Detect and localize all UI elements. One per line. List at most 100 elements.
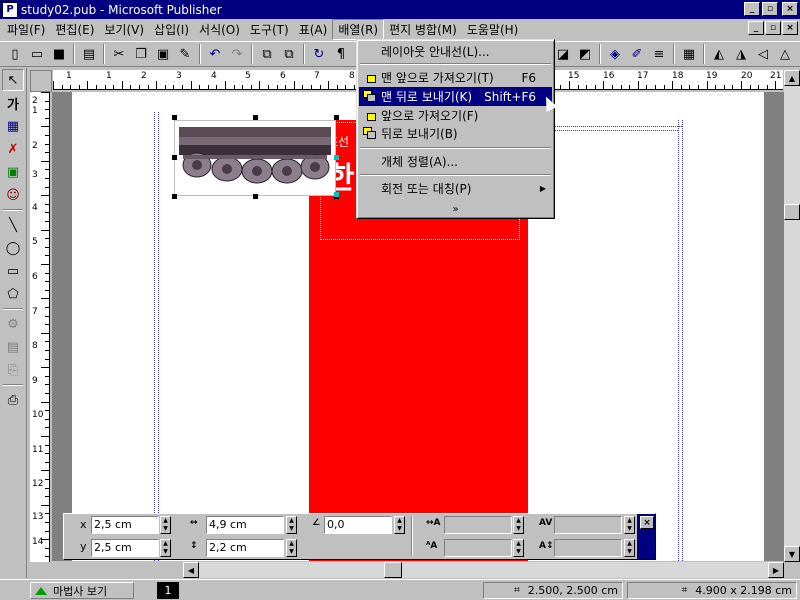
line-icon[interactable]: ╲	[2, 214, 24, 236]
scroll-down-icon[interactable]: ▼	[784, 546, 800, 562]
rectangle-icon[interactable]: ▭	[2, 260, 24, 282]
horizontal-scrollbar[interactable]: ◀ ▶	[183, 562, 784, 578]
rotate-right-icon[interactable]: ◮	[730, 43, 752, 65]
y-spinner[interactable]: ▲ ▼	[160, 539, 171, 557]
measurement-title-strip[interactable]: ×	[637, 514, 655, 559]
wordart-frame-icon[interactable]: ✗	[2, 138, 24, 160]
cut-icon[interactable]: ✂	[108, 43, 130, 65]
menu-arrange[interactable]: 배열(R)	[332, 19, 385, 40]
save-icon[interactable]: ■	[48, 43, 70, 65]
flip-vertical-icon[interactable]: △	[774, 43, 796, 65]
open-icon[interactable]: ▭	[26, 43, 48, 65]
oval-icon[interactable]: ◯	[2, 237, 24, 259]
ole-object-icon[interactable]: ⚙	[2, 313, 24, 335]
rotate-icon[interactable]: ↻	[308, 43, 330, 65]
selection-handle[interactable]	[253, 194, 258, 199]
width-field[interactable]: 4,9 cm	[206, 516, 284, 534]
menu-file[interactable]: 파일(F)	[2, 20, 50, 39]
selection-handle[interactable]	[334, 155, 339, 160]
menu-format[interactable]: 서식(O)	[194, 20, 245, 39]
rotation-angle-field[interactable]: 0,0	[324, 516, 392, 534]
paste-icon[interactable]: ▣	[152, 43, 174, 65]
flip-horizontal-icon[interactable]: ◁	[752, 43, 774, 65]
design-gallery-icon[interactable]: ▤	[2, 336, 24, 358]
expand-menu-chevron-icon[interactable]: »	[359, 202, 552, 216]
table-frame-icon[interactable]: ▦	[2, 115, 24, 137]
selection-handle[interactable]	[172, 194, 177, 199]
form-control-icon[interactable]: ⎘	[2, 359, 24, 381]
toolbar-separator	[103, 44, 105, 64]
vertical-scrollbar[interactable]: ▲ ▼	[784, 70, 800, 562]
menu-item-rotate-or-flip[interactable]: 회전 또는 대칭(P) ▶	[359, 179, 552, 198]
height-spinner[interactable]: ▲ ▼	[286, 539, 297, 557]
paragraph-icon[interactable]: ¶	[330, 43, 352, 65]
line-style-icon[interactable]: ≡	[648, 43, 670, 65]
custom-shape-icon[interactable]: ⬠	[2, 283, 24, 305]
text-frame-icon[interactable]: 가	[2, 92, 24, 114]
rotation-spinner[interactable]: ▲ ▼	[394, 516, 405, 534]
ruler-corner[interactable]	[30, 70, 52, 92]
page-nav-icon[interactable]: ⎙	[2, 389, 24, 411]
scroll-up-icon[interactable]: ▲	[784, 70, 800, 86]
doc-restore-button[interactable]: ▫	[765, 21, 781, 35]
doc-close-button[interactable]: ×	[782, 21, 798, 35]
publisher-app-icon[interactable]: P	[2, 1, 18, 18]
send-back-icon[interactable]: ⧉	[278, 43, 300, 65]
selection-handle[interactable]	[172, 115, 177, 120]
scroll-left-icon[interactable]: ◀	[183, 562, 199, 578]
rotate-left-icon[interactable]: ◭	[708, 43, 730, 65]
border-icon[interactable]: ◩	[574, 43, 596, 65]
menu-tools[interactable]: 도구(T)	[245, 20, 294, 39]
ruler-tick	[629, 85, 631, 89]
selection-handle[interactable]	[334, 115, 339, 120]
copy-icon[interactable]: ❐	[130, 43, 152, 65]
menu-view[interactable]: 보기(V)	[99, 20, 149, 39]
selection-handle[interactable]	[172, 155, 177, 160]
measurement-close-button[interactable]: ×	[640, 516, 654, 529]
shadow-icon[interactable]: ◪	[552, 43, 574, 65]
format-painter-icon[interactable]: ✎	[174, 43, 196, 65]
menu-item-bring-forward[interactable]: 앞으로 가져오기(F)	[359, 106, 552, 125]
clipart-frame-icon[interactable]: ☺	[2, 184, 24, 206]
ruler-tick	[45, 272, 49, 274]
height-field[interactable]: 2,2 cm	[206, 539, 284, 557]
width-spinner[interactable]: ▲ ▼	[286, 516, 297, 534]
page-navigator-button[interactable]: 1	[157, 582, 179, 599]
doc-minimize-button[interactable]: _	[748, 21, 764, 35]
pointer-icon[interactable]: ↖	[2, 69, 24, 91]
menu-table[interactable]: 표(A)	[294, 20, 333, 39]
selection-handle[interactable]	[334, 192, 339, 197]
ruler-tick	[328, 81, 330, 89]
fill-color-icon[interactable]: ◈	[604, 43, 626, 65]
menu-item-send-backward[interactable]: 뒤로 보내기(B)	[359, 124, 552, 143]
menu-insert[interactable]: 삽입(I)	[149, 20, 194, 39]
y-position-field[interactable]: 2,5 cm	[91, 539, 159, 557]
menu-help[interactable]: 도움말(H)	[462, 20, 524, 39]
vertical-ruler[interactable]: 2 1 2 3 4 5 6 7 8 9 10 11 12 13 14	[30, 92, 50, 562]
picture-frame-icon[interactable]: ▣	[2, 161, 24, 183]
new-icon[interactable]: ▯	[4, 43, 26, 65]
selection-handle[interactable]	[253, 115, 258, 120]
horizontal-scroll-thumb[interactable]	[384, 562, 402, 578]
undo-icon[interactable]: ↶	[204, 43, 226, 65]
menu-mail-merge[interactable]: 편지 병합(M)	[384, 20, 462, 39]
x-position-field[interactable]: 2,5 cm	[91, 516, 159, 534]
line-color-icon[interactable]: ✐	[626, 43, 648, 65]
vertical-scroll-thumb[interactable]	[784, 204, 800, 220]
menu-item-bring-to-front[interactable]: 맨 앞으로 가져오기(T) F6	[359, 68, 552, 87]
object-properties-icon[interactable]: ▦	[678, 43, 700, 65]
menu-edit[interactable]: 편집(E)	[50, 20, 99, 39]
print-icon[interactable]: ▤	[78, 43, 100, 65]
scroll-right-icon[interactable]: ▶	[768, 562, 784, 578]
show-wizard-button[interactable]: 마법사 보기	[30, 582, 134, 599]
restore-button[interactable]: ▫	[762, 2, 778, 16]
menu-item-send-to-back[interactable]: 맨 뒤로 보내기(K) Shift+F6	[359, 87, 552, 106]
menu-item-layout-guides[interactable]: 레이아웃 안내선(L)...	[359, 42, 552, 61]
close-button[interactable]: ×	[782, 2, 798, 16]
bring-front-icon[interactable]: ⧉	[256, 43, 278, 65]
roof-tile-picture-frame[interactable]	[174, 120, 336, 196]
x-spinner[interactable]: ▲ ▼	[160, 516, 171, 534]
minimize-button[interactable]: _	[744, 2, 760, 16]
redo-icon[interactable]: ↷	[226, 43, 248, 65]
menu-item-align-objects[interactable]: 개체 정렬(A)...	[359, 152, 552, 171]
